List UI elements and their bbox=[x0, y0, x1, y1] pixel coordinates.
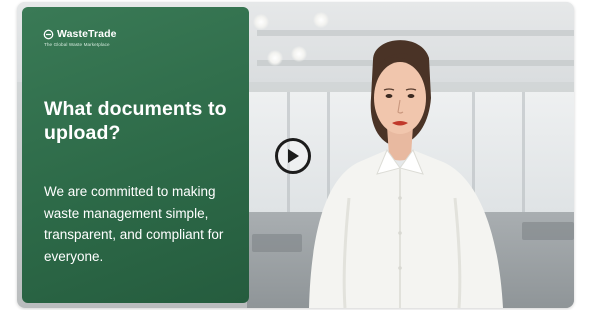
ceiling-light bbox=[253, 14, 269, 30]
ceiling-light bbox=[267, 50, 283, 66]
play-icon bbox=[288, 149, 299, 163]
video-player[interactable]: WasteTrade The Global Waste Marketplace … bbox=[17, 2, 574, 308]
play-button[interactable] bbox=[275, 138, 311, 174]
brand-name: WasteTrade bbox=[57, 28, 117, 40]
brand-tagline: The Global Waste Marketplace bbox=[44, 42, 110, 47]
card-heading: What documents to upload? bbox=[44, 98, 227, 144]
card-body: We are committed to making waste managem… bbox=[44, 184, 224, 264]
recycle-leaf-icon bbox=[43, 29, 54, 39]
wastetrade-logo: WasteTrade bbox=[43, 28, 117, 40]
info-card: WasteTrade The Global Waste Marketplace … bbox=[22, 7, 249, 303]
ceiling-light bbox=[313, 12, 329, 28]
presenter-avatar bbox=[309, 40, 503, 308]
